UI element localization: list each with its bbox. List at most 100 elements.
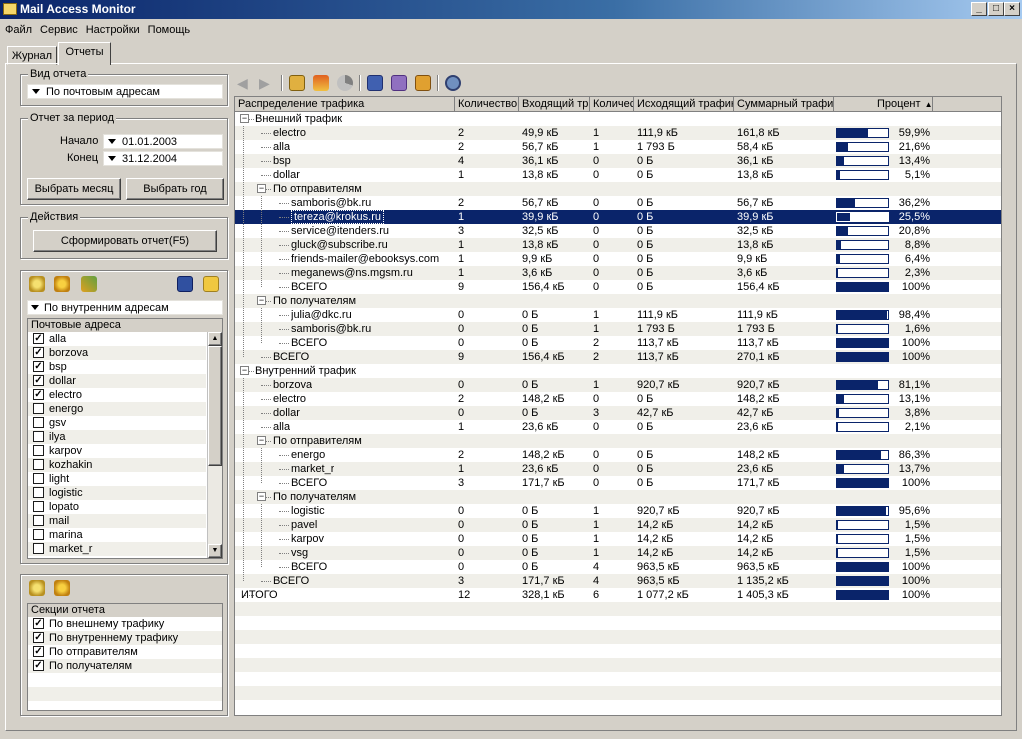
checkbox[interactable] — [33, 543, 44, 554]
table-row[interactable]: dollar 1 13,8 кБ 0 0 Б 13,8 кБ 5,1% — [235, 168, 1001, 182]
report-icon[interactable] — [289, 75, 305, 91]
table-row[interactable]: electro 2 49,9 кБ 1 111,9 кБ 161,8 кБ 59,9% — [235, 126, 1001, 140]
collapse-icon[interactable]: − — [257, 436, 266, 445]
table-row[interactable]: borzova 0 0 Б 1 920,7 кБ 920,7 кБ 81,1% — [235, 378, 1001, 392]
list-item[interactable]: ✓ alla — [28, 332, 206, 346]
close-button[interactable]: × — [1004, 2, 1020, 16]
list-item[interactable]: ✓ electro — [28, 388, 206, 402]
list-item[interactable]: karpov — [28, 444, 206, 458]
section-item[interactable]: ✓ По получателям — [28, 659, 222, 673]
checkbox[interactable]: ✓ — [33, 361, 44, 372]
checkbox[interactable]: ✓ — [33, 375, 44, 386]
col-header-count-in[interactable]: Количество — [455, 97, 519, 112]
select-year-button[interactable]: Выбрать год — [126, 178, 224, 200]
generate-report-button[interactable]: Сформировать отчет(F5) — [33, 230, 217, 252]
table-row[interactable]: electro 2 148,2 кБ 0 0 Б 148,2 кБ 13,1% — [235, 392, 1001, 406]
report-type-select[interactable]: По почтовым адресам — [27, 84, 223, 99]
list-item[interactable]: ✓ bsp — [28, 360, 206, 374]
table-row[interactable]: samboris@bk.ru 2 56,7 кБ 0 0 Б 56,7 кБ 36,2% — [235, 196, 1001, 210]
table-row[interactable]: ИТОГО 12 328,1 кБ 6 1 077,2 кБ 1 405,3 кБ 100% — [235, 588, 1001, 602]
checkbox[interactable] — [33, 431, 44, 442]
checkbox[interactable]: ✓ — [33, 660, 44, 671]
list-item[interactable]: ✓ borzova — [28, 346, 206, 360]
checkbox[interactable]: ✓ — [33, 646, 44, 657]
col-header-percent[interactable]: Процент ▲ — [834, 97, 933, 112]
col-header-incoming[interactable]: Входящий тр — [519, 97, 590, 112]
list-item[interactable]: marina — [28, 528, 206, 542]
collapse-icon[interactable]: − — [257, 492, 266, 501]
table-row[interactable]: alla 2 56,7 кБ 1 1 793 Б 58,4 кБ 21,6% — [235, 140, 1001, 154]
collapse-icon[interactable]: − — [257, 296, 266, 305]
select-month-button[interactable]: Выбрать месяц — [27, 178, 121, 200]
table-row[interactable]: − По отправителям — [235, 182, 1001, 196]
list-item[interactable]: kozhakin — [28, 458, 206, 472]
table-row[interactable]: service@itenders.ru 3 32,5 кБ 0 0 Б 32,5 кБ 20… — [235, 224, 1001, 238]
maximize-button[interactable]: □ — [988, 2, 1004, 16]
list-item[interactable]: ✓ dollar — [28, 374, 206, 388]
checkbox[interactable]: ✓ — [33, 389, 44, 400]
end-date-field[interactable]: 31.12.2004 — [103, 151, 223, 166]
menu-file[interactable]: Файл — [0, 20, 36, 40]
col-header-outgoing[interactable]: Исходящий трафик — [634, 97, 734, 112]
minimize-button[interactable]: _ — [971, 2, 987, 16]
menu-help[interactable]: Помощь — [144, 20, 195, 40]
table-row[interactable]: ВСЕГО 9 156,4 кБ 2 113,7 кБ 270,1 кБ 100% — [235, 350, 1001, 364]
checkbox[interactable] — [33, 487, 44, 498]
checkbox[interactable] — [33, 459, 44, 470]
table-row[interactable]: market_r 1 23,6 кБ 0 0 Б 23,6 кБ 13,7% — [235, 462, 1001, 476]
table-row[interactable]: logistic 0 0 Б 1 920,7 кБ 920,7 кБ 95,6% — [235, 504, 1001, 518]
forward-icon[interactable]: ▶ — [259, 75, 275, 91]
collapse-icon[interactable]: − — [240, 366, 249, 375]
start-date-field[interactable]: 01.01.2003 — [103, 134, 223, 149]
pie-icon[interactable] — [337, 75, 353, 91]
table-row[interactable]: tereza@krokus.ru 1 39,9 кБ 0 0 Б 39,9 кБ 25,5% — [235, 210, 1001, 224]
menu-settings[interactable]: Настройки — [82, 20, 144, 40]
checkbox[interactable] — [33, 473, 44, 484]
back-icon[interactable]: ◀ — [237, 75, 253, 91]
checkbox[interactable] — [33, 501, 44, 512]
checkbox[interactable]: ✓ — [33, 333, 44, 344]
checkbox[interactable]: ✓ — [33, 347, 44, 358]
checkbox[interactable] — [33, 529, 44, 540]
table-row[interactable]: ВСЕГО 0 0 Б 4 963,5 кБ 963,5 кБ 100% — [235, 560, 1001, 574]
table-row[interactable]: alla 1 23,6 кБ 0 0 Б 23,6 кБ 2,1% — [235, 420, 1001, 434]
table-row[interactable]: gluck@subscribe.ru 1 13,8 кБ 0 0 Б 13,8 кБ 8,8… — [235, 238, 1001, 252]
list-item[interactable]: market_r — [28, 542, 206, 556]
table-row[interactable]: meganews@ns.mgsm.ru 1 3,6 кБ 0 0 Б 3,6 кБ 2,3% — [235, 266, 1001, 280]
list-item[interactable]: ilya — [28, 430, 206, 444]
table-row[interactable]: ВСЕГО 3 171,7 кБ 4 963,5 кБ 1 135,2 кБ 100% — [235, 574, 1001, 588]
table-row[interactable]: julia@dkc.ru 0 0 Б 1 111,9 кБ 111,9 кБ 98,4% — [235, 308, 1001, 322]
copy-icon[interactable] — [367, 75, 383, 91]
export-icon[interactable] — [415, 75, 431, 91]
table-row[interactable]: − По получателям — [235, 294, 1001, 308]
folder-open-icon[interactable] — [203, 276, 219, 292]
print-icon[interactable] — [391, 75, 407, 91]
section-item[interactable]: ✓ По внутреннему трафику — [28, 631, 222, 645]
save-icon[interactable] — [177, 276, 193, 292]
checkbox[interactable]: ✓ — [33, 632, 44, 643]
table-row[interactable]: ВСЕГО 3 171,7 кБ 0 0 Б 171,7 кБ 100% — [235, 476, 1001, 490]
table-row[interactable]: − По отправителям — [235, 434, 1001, 448]
chart-icon[interactable] — [313, 75, 329, 91]
collapse-icon[interactable]: − — [240, 114, 249, 123]
table-row[interactable]: ВСЕГО 0 0 Б 2 113,7 кБ 113,7 кБ 100% — [235, 336, 1001, 350]
list-item[interactable]: energo — [28, 402, 206, 416]
select-all-icon[interactable] — [29, 276, 45, 292]
table-row[interactable]: − Внешний трафик — [235, 112, 1001, 126]
section-item[interactable]: ✓ По внешнему трафику — [28, 617, 222, 631]
group-icon[interactable] — [81, 276, 97, 292]
deselect-all-sections-icon[interactable] — [54, 580, 70, 596]
list-item[interactable]: gsv — [28, 416, 206, 430]
scroll-up-icon[interactable]: ▲ — [208, 332, 222, 346]
table-row[interactable]: pavel 0 0 Б 1 14,2 кБ 14,2 кБ 1,5% — [235, 518, 1001, 532]
checkbox[interactable] — [33, 445, 44, 456]
list-item[interactable]: logistic — [28, 486, 206, 500]
filter-select[interactable]: По внутренним адресам — [27, 300, 223, 315]
select-all-sections-icon[interactable] — [29, 580, 45, 596]
deselect-all-icon[interactable] — [54, 276, 70, 292]
table-row[interactable]: karpov 0 0 Б 1 14,2 кБ 14,2 кБ 1,5% — [235, 532, 1001, 546]
table-row[interactable]: energo 2 148,2 кБ 0 0 Б 148,2 кБ 86,3% — [235, 448, 1001, 462]
col-header-total[interactable]: Суммарный трафик — [734, 97, 834, 112]
table-row[interactable]: samboris@bk.ru 0 0 Б 1 1 793 Б 1 793 Б 1,6% — [235, 322, 1001, 336]
list-item[interactable]: light — [28, 472, 206, 486]
